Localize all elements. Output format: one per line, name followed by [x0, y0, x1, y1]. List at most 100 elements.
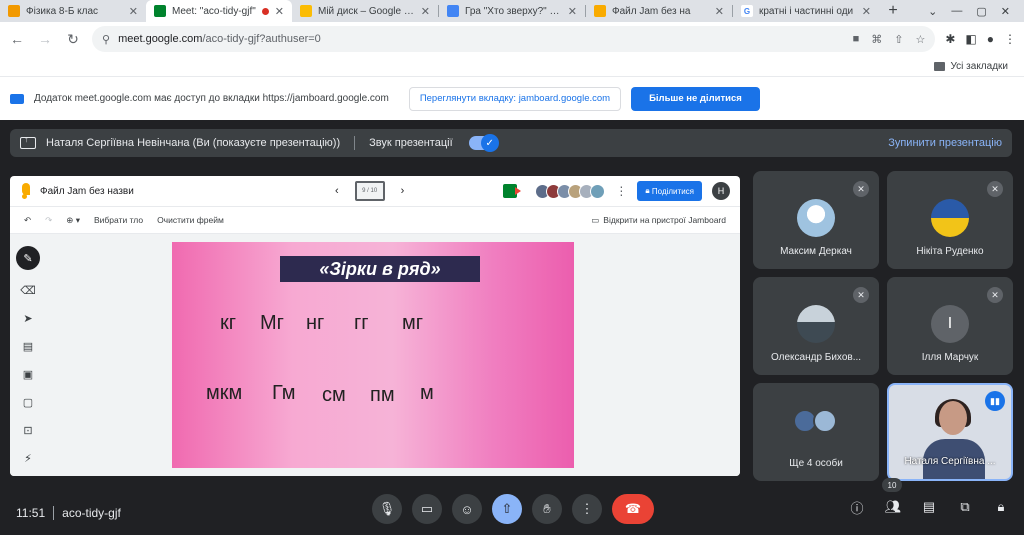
jamboard-side-tools: ✎ ⌫ ➤ ▤ ▣ ▢ ⊡ ⚡︎	[16, 246, 40, 466]
prev-frame-icon[interactable]: ‹	[335, 185, 339, 197]
jamboard-toolbar: ↶ ↷ ⊕ ▾ Вибрати тло Очистити фрейм ▭ Від…	[10, 206, 740, 234]
present-button[interactable]: ⇧	[492, 494, 522, 524]
mic-off-icon: ✕	[987, 181, 1003, 197]
browser-tab[interactable]: Мій диск – Google Ди ✕	[292, 0, 438, 22]
extension-icons: ✱ ◧ ● ⋮	[945, 32, 1016, 46]
participant-name: Ілля Марчук	[921, 352, 979, 363]
folder-icon	[934, 61, 946, 71]
minimize-icon[interactable]: —	[951, 5, 962, 17]
new-tab-button[interactable]: +	[879, 0, 907, 22]
jamboard-canvas[interactable]: «Зірки в ряд» кг Мг нг гг мг мкм Гм см п…	[10, 234, 740, 476]
presentation-sound-toggle[interactable]: ✓	[468, 134, 499, 152]
open-on-device-button[interactable]: Відкрити на пристрої Jamboard	[603, 215, 726, 225]
present-icon: ⇧	[501, 501, 513, 516]
user-avatar[interactable]: Н	[712, 182, 730, 200]
jam-share-button[interactable]: 🔒︎ Поділитися	[637, 181, 702, 201]
recording-dot-icon	[261, 7, 269, 15]
text-box-icon[interactable]: ⊡	[18, 422, 38, 438]
pen-tool-icon[interactable]: ✎	[16, 246, 40, 270]
sticky-note-icon[interactable]: ▤	[18, 338, 38, 354]
stop-sharing-button[interactable]: Більше не ділитися	[631, 86, 760, 111]
more-participants-tile[interactable]: Ще 4 особи	[753, 383, 879, 481]
browser-tab[interactable]: Meet: "aco-tidy-gjf" ✕	[146, 0, 292, 22]
meet-call-icon[interactable]	[503, 184, 525, 198]
presenting-banner: Наталя Сергіївна Невінчана (Ви (показуєт…	[10, 129, 1012, 157]
mic-off-icon: ✕	[853, 181, 869, 197]
all-bookmarks-link[interactable]: Усі закладки	[950, 61, 1008, 72]
participant-tile[interactable]: ✕ Олександр Бихов...	[753, 277, 879, 375]
more-vert-icon: ⋮	[580, 501, 594, 516]
window-controls: ⌄ — ▢ ✕	[928, 0, 1024, 22]
url-path: /aco-tidy-gjf?authuser=0	[202, 33, 321, 45]
sharing-message: Додаток meet.google.com має доступ до вк…	[34, 93, 389, 104]
side-panel-icon[interactable]: ◧	[965, 32, 976, 46]
browser-tab[interactable]: Gкратні і частинні оди ✕	[733, 0, 879, 22]
url-input[interactable]: ⚲ meet.google.com/aco-tidy-gjf?authuser=…	[92, 26, 936, 52]
zoom-icon[interactable]: ⊕ ▾	[66, 215, 80, 226]
select-tool-icon[interactable]: ➤	[18, 310, 38, 326]
close-tab-icon[interactable]: ✕	[421, 5, 430, 18]
undo-icon[interactable]: ↶	[24, 215, 31, 226]
back-icon[interactable]: ←	[8, 30, 26, 48]
call-controls: 🎙︎ ▭ ☺ ⇧ ✋︎ ⋮ ☎︎	[372, 494, 654, 524]
jam-file-title[interactable]: Файл Jam без назви	[40, 186, 134, 197]
maximize-icon[interactable]: ▢	[976, 5, 986, 18]
unit-word: пм	[370, 384, 395, 406]
chat-button[interactable]: ▤	[920, 498, 938, 516]
shape-tool-icon[interactable]: ▢	[18, 394, 38, 410]
share-page-icon[interactable]: ⇧	[894, 33, 903, 46]
reactions-button[interactable]: ☺	[452, 494, 482, 524]
tab-search-icon[interactable]: ⌄	[928, 5, 937, 18]
redo-icon[interactable]: ↷	[45, 215, 52, 226]
close-tab-icon[interactable]: ✕	[862, 5, 871, 18]
close-tab-icon[interactable]: ✕	[275, 5, 284, 18]
camera-button[interactable]: ▭	[412, 494, 442, 524]
bookmark-star-icon[interactable]: ☆	[915, 33, 925, 46]
activities-button[interactable]: ⧉	[956, 498, 974, 516]
more-options-icon[interactable]: ⋮	[615, 184, 627, 198]
present-screen-icon	[20, 134, 36, 149]
close-tab-icon[interactable]: ✕	[568, 5, 577, 18]
more-people-label: Ще 4 особи	[789, 458, 843, 469]
site-info-icon[interactable]: ⚲	[102, 33, 110, 46]
view-tab-button[interactable]: Переглянути вкладку: jamboard.google.com	[408, 86, 622, 111]
laser-tool-icon[interactable]: ⚡︎	[18, 450, 38, 466]
participant-tile[interactable]: ✕ І Ілля Марчук	[887, 277, 1013, 375]
close-window-icon[interactable]: ✕	[1001, 5, 1010, 18]
unit-word: см	[322, 384, 346, 406]
meeting-details-button[interactable]: ⓘ	[848, 498, 866, 516]
set-background-button[interactable]: Вибрати тло	[94, 215, 143, 225]
participant-count-badge: 10	[882, 478, 902, 492]
reload-icon[interactable]: ↻	[64, 30, 82, 48]
leave-call-button[interactable]: ☎︎	[612, 494, 654, 524]
raise-hand-button[interactable]: ✋︎	[532, 494, 562, 524]
extensions-puzzle-icon[interactable]: ✱	[945, 32, 955, 46]
close-tab-icon[interactable]: ✕	[129, 5, 138, 18]
self-video-tile[interactable]: ▮▮ Наталя Сергіївна ...	[887, 383, 1013, 481]
participant-tile[interactable]: ✕ Нікіта Руденко	[887, 171, 1013, 269]
translate-icon[interactable]: ⌘	[871, 33, 882, 46]
close-tab-icon[interactable]: ✕	[715, 5, 724, 18]
browser-tab[interactable]: Гра "Хто зверху?" - Go ✕	[439, 0, 585, 22]
browser-tab[interactable]: Файл Jam без на ✕	[586, 0, 732, 22]
frame-counter[interactable]: 9 / 10	[354, 181, 385, 201]
eraser-tool-icon[interactable]: ⌫	[18, 282, 38, 298]
image-tool-icon[interactable]: ▣	[18, 366, 38, 382]
more-options-button[interactable]: ⋮	[572, 494, 602, 524]
more-avatars	[793, 409, 837, 433]
next-frame-icon[interactable]: ›	[401, 185, 405, 197]
clear-frame-button[interactable]: Очистити фрейм	[157, 215, 224, 225]
stop-presenting-button[interactable]: Зупинити презентацію	[888, 137, 1002, 149]
tab-favicon-icon	[594, 5, 606, 17]
menu-kebab-icon[interactable]: ⋮	[1004, 32, 1016, 46]
host-controls-button[interactable]: 🔒︎	[992, 498, 1010, 516]
camera-indicator-icon[interactable]: ■	[853, 33, 860, 46]
profile-icon[interactable]: ●	[987, 32, 994, 46]
forward-icon[interactable]: →	[36, 30, 54, 48]
participant-tile[interactable]: ✕ Максим Деркач	[753, 171, 879, 269]
unit-word: м	[420, 382, 434, 404]
people-button[interactable]: 👥︎ 10	[882, 478, 902, 516]
browser-tab[interactable]: Фізика 8-Б клас ✕	[0, 0, 146, 22]
tab-title: Meet: "aco-tidy-gjf"	[172, 5, 256, 17]
microphone-button[interactable]: 🎙︎	[372, 494, 402, 524]
